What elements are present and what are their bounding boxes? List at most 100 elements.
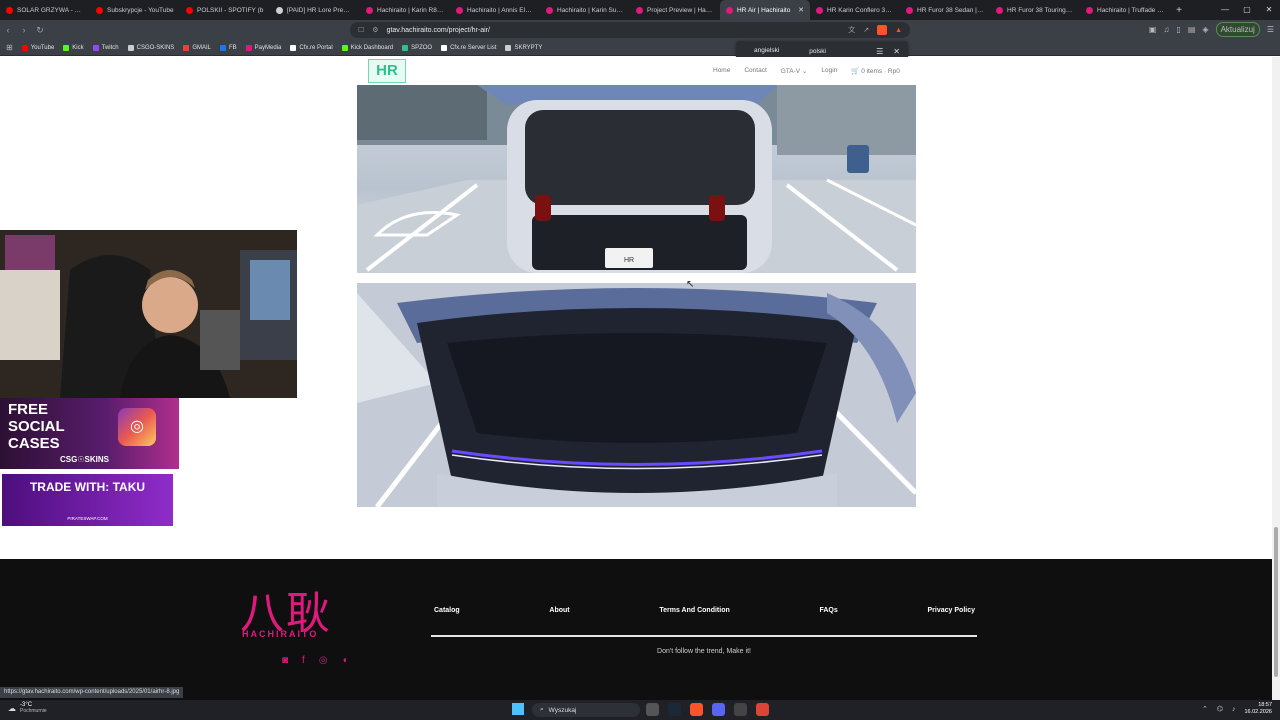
- bookmark-item[interactable]: YouTube: [21, 44, 54, 51]
- footer-link-about[interactable]: About: [549, 607, 569, 614]
- bookmark-item[interactable]: Kick Dashboard: [341, 44, 393, 51]
- task-view-icon[interactable]: [646, 703, 659, 716]
- footer-link-privacy[interactable]: Privacy Policy: [928, 607, 975, 614]
- lang-option-target[interactable]: polski: [799, 45, 836, 58]
- vpn-icon[interactable]: ◈: [1202, 25, 1208, 34]
- browser-tab[interactable]: Hachiraito | Karin R88 HR: [360, 0, 450, 20]
- brave-shield-icon[interactable]: [877, 25, 888, 35]
- apps-icon[interactable]: ⊞: [6, 43, 13, 52]
- new-tab-button[interactable]: +: [1170, 5, 1188, 16]
- page-scrollbar[interactable]: [1272, 57, 1280, 700]
- bookmark-item[interactable]: CSGO-SKINS: [127, 44, 174, 51]
- tab-favicon-icon: [546, 6, 553, 14]
- promo-text: FREE SOCIAL CASES: [8, 401, 65, 452]
- wallet-icon[interactable]: ▤: [1188, 25, 1196, 34]
- rewards-icon[interactable]: ▲: [895, 27, 902, 34]
- gallery-image-frunk[interactable]: [357, 283, 916, 507]
- browser-tab[interactable]: HR Air | Hachiraito ✕: [720, 0, 810, 20]
- browser-tab[interactable]: HR Karin Conflero 30 | H: [810, 0, 900, 20]
- footer-link-catalog[interactable]: Catalog: [434, 607, 460, 614]
- bookmark-item[interactable]: Twitch: [92, 44, 119, 51]
- network-icon[interactable]: ⌬: [1217, 705, 1223, 713]
- nav-contact[interactable]: Contact: [744, 67, 766, 75]
- bookmark-item[interactable]: Kick: [63, 44, 84, 51]
- window-controls: — ▢ ✕: [1214, 0, 1280, 20]
- translate-icon[interactable]: 文: [848, 25, 855, 35]
- clock-date: 16.02.2026: [1244, 709, 1272, 715]
- bookmark-icon[interactable]: ☐: [358, 26, 364, 34]
- translate-menu-icon[interactable]: ☰: [876, 47, 883, 56]
- browser-tab[interactable]: POLSKII - SPOTIFY (b: [180, 0, 270, 20]
- chrome-icon[interactable]: [756, 703, 769, 716]
- nav-gtav[interactable]: GTA-V ⌄: [781, 67, 808, 75]
- browser-tab[interactable]: HR Furor 38 Sedan | Ha: [900, 0, 990, 20]
- promo-banner-pirateswap[interactable]: TRADE WITH: TAKU PIRATESWAP.COM: [2, 474, 173, 526]
- footer-brand[interactable]: 八耿 HACHIRAITO: [240, 577, 400, 645]
- brave-icon[interactable]: [690, 703, 703, 716]
- nav-home[interactable]: Home: [713, 67, 730, 75]
- bookmark-item[interactable]: FB: [220, 44, 237, 51]
- site-info-icon[interactable]: ⚙: [372, 26, 378, 34]
- extensions-icon[interactable]: ▣: [1149, 25, 1157, 34]
- browser-tab[interactable]: Subskrypcje - YouTube: [90, 0, 180, 20]
- gallery-image-rear[interactable]: HR: [357, 85, 916, 273]
- bookmark-item[interactable]: Cfx.re Portal: [290, 44, 333, 51]
- xbox-icon[interactable]: [734, 703, 747, 716]
- bookmark-item[interactable]: SKRYPTY: [505, 44, 542, 51]
- tray-chevron-icon[interactable]: ⌃: [1202, 705, 1208, 713]
- nav-login[interactable]: Login: [821, 67, 837, 75]
- browser-tab[interactable]: HR Furor 38 Touring Wa: [990, 0, 1080, 20]
- url-text[interactable]: gtav.hachiraito.com/project/hr-air/: [387, 27, 841, 34]
- webcam-illustration: [0, 230, 297, 398]
- browser-tab[interactable]: Hachiraito | Karin Sultan: [540, 0, 630, 20]
- omnibox[interactable]: ☐ ⚙ gtav.hachiraito.com/project/hr-air/ …: [350, 22, 910, 38]
- browser-tab[interactable]: Hachiraito | Truffade Co: [1080, 0, 1170, 20]
- close-window-icon[interactable]: ✕: [1258, 0, 1280, 20]
- scrollbar-thumb[interactable]: [1274, 527, 1278, 677]
- bookmark-favicon-icon: [220, 44, 226, 51]
- promo-banner-csgoskins[interactable]: FREE SOCIAL CASES ◎ CSG☉SKINS: [0, 398, 179, 469]
- forward-icon[interactable]: ›: [16, 25, 32, 35]
- back-icon[interactable]: ‹: [0, 25, 16, 35]
- instagram-icon[interactable]: ◎: [319, 655, 328, 666]
- bookmark-item[interactable]: Cfx.re Server List: [441, 44, 497, 51]
- sidebar-icon[interactable]: ▯: [1176, 25, 1180, 34]
- site-logo[interactable]: HR: [368, 59, 406, 83]
- tab-title: Project Preview | Hachi: [647, 6, 714, 14]
- bookmark-label: Cfx.re Server List: [450, 44, 497, 51]
- nav-cart[interactable]: 🛒 0 items · Rp0: [851, 67, 900, 75]
- weather-widget[interactable]: ☁ -3°C Pochmurnie: [8, 702, 47, 714]
- update-button[interactable]: Aktualizuj: [1215, 22, 1260, 37]
- windows-start-icon[interactable]: [512, 703, 524, 715]
- volume-icon[interactable]: ♪: [1232, 706, 1236, 713]
- share-icon[interactable]: ↗: [863, 26, 869, 34]
- browser-tab[interactable]: Project Preview | Hachi: [630, 0, 720, 20]
- address-toolbar: ‹ › ↻ ☐ ⚙ gtav.hachiraito.com/project/hr…: [0, 20, 1280, 40]
- bookmark-item[interactable]: GMAIL: [183, 44, 211, 51]
- taskbar-search[interactable]: ⌕ Wyszukaj: [532, 703, 640, 717]
- lang-option-source[interactable]: angielski: [744, 44, 790, 58]
- menu-icon[interactable]: ☰: [1267, 25, 1274, 34]
- reload-icon[interactable]: ↻: [32, 25, 48, 36]
- bookmark-item[interactable]: SPZOO: [402, 44, 433, 51]
- steam-icon[interactable]: [668, 703, 681, 716]
- discord-icon[interactable]: ◙: [282, 655, 288, 666]
- browser-tab[interactable]: Hachiraito | Annis Elegy: [450, 0, 540, 20]
- media-icon[interactable]: ♫: [1163, 25, 1169, 34]
- tab-favicon-icon: [96, 6, 103, 14]
- footer-link-terms[interactable]: Terms And Condition: [659, 607, 729, 614]
- tab-close-icon[interactable]: ✕: [798, 6, 804, 14]
- taskbar-clock[interactable]: 18:57 16.02.2026: [1244, 702, 1272, 716]
- browser-tab[interactable]: SOLAR GRZYWA - YouTu: [0, 0, 90, 20]
- browser-tab[interactable]: [PAID] HR Lore Premium: [270, 0, 360, 20]
- patreon-icon[interactable]: ◖: [342, 655, 348, 666]
- discord-app-icon[interactable]: [712, 703, 725, 716]
- facebook-icon[interactable]: f: [302, 655, 305, 666]
- minimize-icon[interactable]: —: [1214, 0, 1236, 20]
- maximize-icon[interactable]: ▢: [1236, 0, 1258, 20]
- translate-close-icon[interactable]: ✕: [893, 47, 900, 56]
- bookmark-label: SPZOO: [411, 44, 433, 51]
- bookmark-item[interactable]: PayMedia: [245, 44, 281, 51]
- footer-link-faqs[interactable]: FAQs: [819, 607, 837, 614]
- tab-strip: SOLAR GRZYWA - YouTu Subskrypcje - YouTub…: [0, 0, 1280, 20]
